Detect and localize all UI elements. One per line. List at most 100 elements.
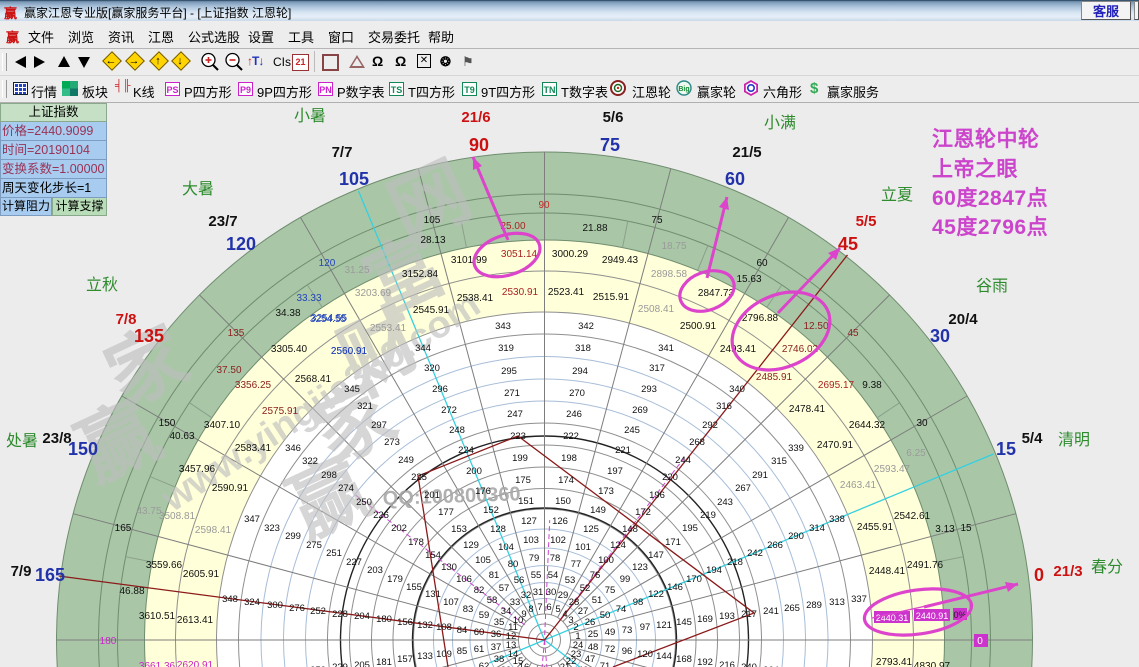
svg-text:82: 82 xyxy=(474,585,485,596)
svg-text:3356.25: 3356.25 xyxy=(235,380,272,391)
svg-text:50: 50 xyxy=(600,610,611,621)
svg-text:小满: 小满 xyxy=(764,114,796,132)
svg-text:2796.88: 2796.88 xyxy=(742,313,779,324)
svg-text:7/9: 7/9 xyxy=(11,563,32,580)
svg-text:244: 244 xyxy=(675,455,691,466)
svg-text:30: 30 xyxy=(930,326,950,346)
svg-text:7/7: 7/7 xyxy=(332,144,353,161)
svg-text:60: 60 xyxy=(756,258,768,269)
svg-text:3152.84: 3152.84 xyxy=(402,269,439,280)
svg-text:处暑: 处暑 xyxy=(6,432,38,450)
svg-text:84: 84 xyxy=(457,625,468,636)
svg-text:204: 204 xyxy=(354,611,370,622)
svg-text:75: 75 xyxy=(651,215,663,226)
svg-text:276: 276 xyxy=(289,603,305,614)
svg-text:73: 73 xyxy=(622,625,633,636)
svg-text:小暑: 小暑 xyxy=(294,107,326,125)
svg-text:60: 60 xyxy=(725,169,745,189)
svg-text:23/8: 23/8 xyxy=(42,430,71,447)
svg-text:谷雨: 谷雨 xyxy=(976,277,1008,295)
svg-text:205: 205 xyxy=(354,660,370,667)
svg-text:225: 225 xyxy=(411,472,427,483)
svg-text:317: 317 xyxy=(649,363,665,374)
svg-text:174: 174 xyxy=(558,475,574,486)
svg-text:25: 25 xyxy=(588,629,599,640)
svg-text:96: 96 xyxy=(622,646,633,657)
svg-text:3610.51: 3610.51 xyxy=(139,611,176,622)
svg-text:171: 171 xyxy=(665,537,681,548)
svg-text:297: 297 xyxy=(371,420,387,431)
svg-text:108: 108 xyxy=(436,622,452,633)
svg-text:126: 126 xyxy=(552,516,568,527)
svg-text:194: 194 xyxy=(706,565,722,576)
svg-text:80: 80 xyxy=(508,559,519,570)
svg-text:193: 193 xyxy=(719,611,735,622)
svg-text:2538.41: 2538.41 xyxy=(457,293,494,304)
svg-text:318: 318 xyxy=(575,343,591,354)
svg-text:77: 77 xyxy=(571,559,582,570)
svg-text:60度2847点: 60度2847点 xyxy=(932,186,1048,210)
svg-text:170: 170 xyxy=(686,574,702,585)
svg-text:250: 250 xyxy=(356,497,372,508)
svg-text:21/3: 21/3 xyxy=(1053,563,1082,580)
svg-text:323: 323 xyxy=(264,523,280,534)
svg-text:28.13: 28.13 xyxy=(420,235,445,246)
svg-text:2493.41: 2493.41 xyxy=(720,344,757,355)
svg-text:124: 124 xyxy=(610,540,626,551)
svg-text:5/6: 5/6 xyxy=(603,109,624,126)
svg-text:322: 322 xyxy=(302,456,318,467)
svg-text:46.88: 46.88 xyxy=(119,586,144,597)
svg-text:289: 289 xyxy=(806,600,822,611)
svg-text:55: 55 xyxy=(531,570,542,581)
svg-text:2485.91: 2485.91 xyxy=(756,372,793,383)
svg-text:314: 314 xyxy=(809,523,825,534)
svg-text:2542.61: 2542.61 xyxy=(894,511,931,522)
svg-text:59: 59 xyxy=(479,610,490,621)
svg-text:129: 129 xyxy=(463,540,479,551)
svg-text:33: 33 xyxy=(510,597,521,608)
svg-text:18.75: 18.75 xyxy=(661,241,686,252)
svg-text:15: 15 xyxy=(960,523,972,534)
svg-text:177: 177 xyxy=(438,507,454,518)
svg-text:145: 145 xyxy=(676,617,692,628)
svg-text:299: 299 xyxy=(285,531,301,542)
svg-text:192: 192 xyxy=(697,657,713,667)
svg-text:74: 74 xyxy=(616,604,627,615)
svg-text:154: 154 xyxy=(425,550,441,561)
svg-text:196: 196 xyxy=(649,490,665,501)
svg-text:2620.91: 2620.91 xyxy=(177,660,214,667)
svg-text:247: 247 xyxy=(507,409,523,420)
svg-text:165: 165 xyxy=(115,523,132,534)
svg-text:5/5: 5/5 xyxy=(856,213,877,230)
svg-text:江恩轮中轮: 江恩轮中轮 xyxy=(932,127,1040,151)
svg-text:2523.41: 2523.41 xyxy=(548,287,585,298)
svg-text:2560.91: 2560.91 xyxy=(331,346,368,357)
svg-text:269: 269 xyxy=(632,405,648,416)
svg-text:132: 132 xyxy=(417,620,433,631)
svg-text:76: 76 xyxy=(590,570,601,581)
svg-text:2491.76: 2491.76 xyxy=(907,560,944,571)
svg-text:2695.17: 2695.17 xyxy=(818,380,855,391)
svg-text:221: 221 xyxy=(615,445,631,456)
svg-text:300: 300 xyxy=(267,600,283,611)
svg-text:251: 251 xyxy=(326,548,342,559)
svg-text:156: 156 xyxy=(397,617,413,628)
svg-text:109: 109 xyxy=(436,649,452,660)
svg-text:97: 97 xyxy=(640,622,651,633)
svg-text:3508.81: 3508.81 xyxy=(159,511,196,522)
svg-text:2478.41: 2478.41 xyxy=(789,404,826,415)
svg-text:249: 249 xyxy=(398,455,414,466)
svg-text:199: 199 xyxy=(512,453,528,464)
svg-text:35: 35 xyxy=(494,617,505,628)
svg-text:57: 57 xyxy=(499,583,510,594)
svg-text:125: 125 xyxy=(583,524,599,535)
svg-text:246: 246 xyxy=(566,409,582,420)
svg-text:春分: 春分 xyxy=(1091,558,1123,576)
svg-text:148: 148 xyxy=(622,524,638,535)
svg-text:2793.41: 2793.41 xyxy=(876,657,913,667)
svg-text:131: 131 xyxy=(425,589,441,600)
svg-text:173: 173 xyxy=(598,486,614,497)
svg-text:30: 30 xyxy=(546,587,557,598)
svg-text:3661.36: 3661.36 xyxy=(139,661,176,667)
svg-text:49: 49 xyxy=(605,627,616,638)
